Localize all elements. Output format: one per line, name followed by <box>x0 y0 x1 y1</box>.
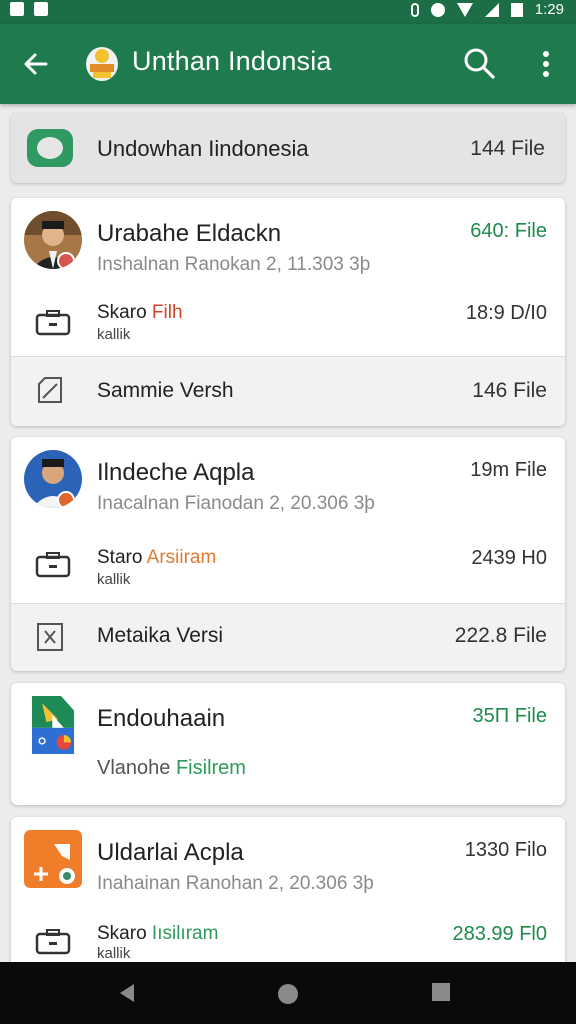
file-row-title: Skaro Iısilıram <box>97 923 219 944</box>
briefcase-icon <box>35 310 71 336</box>
document-x-icon <box>37 623 63 651</box>
nav-home-icon[interactable] <box>276 982 300 1006</box>
bluetooth-icon <box>410 2 419 17</box>
contact-card[interactable]: Uldarlai Acpla 1330 Filo Inahainan Ranoh… <box>11 817 565 977</box>
briefcase-icon <box>35 929 71 955</box>
wifi-icon <box>456 2 473 17</box>
version-row[interactable]: Sammie Versh 146 File <box>11 357 565 426</box>
nav-back-icon[interactable] <box>116 982 138 1004</box>
version-label: Sammie Versh <box>97 379 234 402</box>
file-row-subtitle: kallik <box>97 326 131 343</box>
avatar <box>24 450 82 508</box>
search-icon[interactable] <box>462 46 496 80</box>
avatar <box>24 211 82 269</box>
file-size: 18:9 D/I0 <box>465 302 547 324</box>
edit-document-icon <box>38 377 62 403</box>
more-options-icon[interactable] <box>536 48 556 80</box>
contact-subtitle: Inahainan Ranohan 2, 20.306 3þ <box>97 873 374 894</box>
file-row-subtitle: kallik <box>97 945 131 962</box>
contact-card[interactable]: Urabahe Eldackn 640: File Inshalnan Rano… <box>11 198 565 426</box>
file-count: 35Π File <box>472 705 547 727</box>
app-icon <box>31 696 75 754</box>
contact-name: Ilndeche Aqpla <box>97 459 255 486</box>
contact-card[interactable]: Endouhaain 35Π File Vlanohe Fisilrem <box>11 683 565 805</box>
back-arrow-icon[interactable] <box>20 48 52 80</box>
nav-recents-icon[interactable] <box>431 982 451 1002</box>
file-size: 283.99 Fl0 <box>452 923 547 945</box>
contact-subtitle: Inacalnan Fianodan 2, 20.306 3þ <box>97 493 375 514</box>
summary-card[interactable]: Undowhan Iindonesia 144 File <box>11 113 565 183</box>
file-count: 19m File <box>470 459 547 481</box>
file-row-subtitle: kallik <box>97 571 131 588</box>
version-count: 222.8 File <box>454 624 547 647</box>
summary-count: 144 File <box>470 137 545 160</box>
file-row-title: Skaro Filh <box>97 302 183 323</box>
vibrate-icon <box>430 2 445 17</box>
file-count: 640: File <box>470 220 547 242</box>
status-bar: 1:29 <box>0 0 576 24</box>
contact-name: Uldarlai Acpla <box>97 839 244 866</box>
version-count: 146 File <box>472 379 547 402</box>
page-title: Unthan Indonsia <box>132 46 332 76</box>
summary-label: Undowhan Iindonesia <box>97 136 309 161</box>
notification-icon <box>10 2 24 16</box>
contact-subtitle: Inshalnan Ranokan 2, 11.303 3þ <box>97 254 371 275</box>
contact-card[interactable]: Ilndeche Aqpla 19m File Inacalnan Fianod… <box>11 437 565 671</box>
version-row[interactable]: Metaika Versi 222.8 File <box>11 604 565 671</box>
signal-icon <box>484 2 499 17</box>
app-logo-icon <box>86 47 118 81</box>
version-label: Metaika Versi <box>97 624 224 647</box>
folder-icon <box>27 129 73 167</box>
clock: 1:29 <box>534 1 564 18</box>
app-icon <box>24 830 82 888</box>
app-bar: Unthan Indonsia <box>0 24 576 104</box>
contact-name: Endouhaain <box>97 705 226 732</box>
file-row-title: Staro Arsiiram <box>97 547 217 568</box>
file-count: 1330 Filo <box>464 839 547 861</box>
contact-name: Urabahe Eldackn <box>97 220 282 247</box>
briefcase-icon <box>35 552 71 578</box>
gallery-icon <box>34 2 48 16</box>
contact-subtitle: Vlanohe Fisilrem <box>97 757 246 779</box>
file-size: 2439 H0 <box>471 547 547 569</box>
navigation-bar <box>0 962 576 1024</box>
battery-icon <box>510 2 523 17</box>
